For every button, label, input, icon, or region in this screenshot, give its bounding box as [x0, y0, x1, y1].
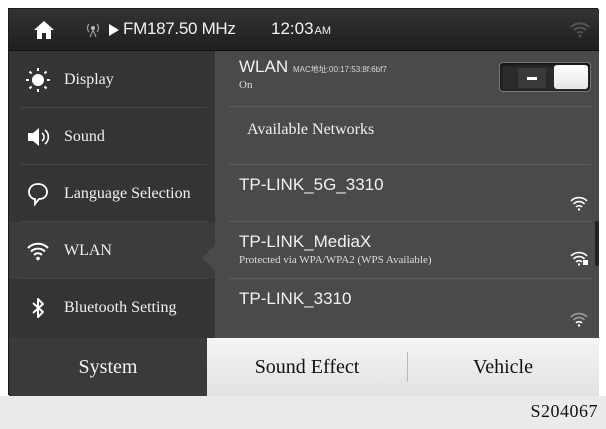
- status-wifi-icon: [570, 22, 590, 38]
- speaker-icon: [28, 127, 50, 146]
- sun-icon: [26, 67, 50, 92]
- active-item-pointer: [202, 245, 215, 271]
- clock-ampm: AM: [314, 25, 332, 37]
- tab-divider: [407, 352, 408, 382]
- available-networks-header: Available Networks: [229, 107, 591, 165]
- sidebar-item-bluetooth[interactable]: Bluetooth Setting: [9, 279, 215, 336]
- wlan-status-row: WLAN MAC地址:00:17:53:8f:6bf7 On: [229, 51, 591, 107]
- home-icon[interactable]: [33, 20, 55, 40]
- sidebar-item-label: Display: [64, 70, 114, 88]
- figure-code: S204067: [530, 401, 598, 421]
- scrollbar-thumb[interactable]: [595, 221, 599, 266]
- wifi-weak-icon: [570, 312, 588, 327]
- wlan-title: WLAN: [239, 57, 289, 76]
- sidebar-item-label: Language Selection: [64, 184, 191, 202]
- network-item[interactable]: TP-LINK_5G_3310: [229, 165, 591, 222]
- network-security: Protected via WPA/WPA2 (WPS Available): [239, 254, 432, 266]
- wlan-toggle[interactable]: [499, 62, 591, 92]
- sidebar-item-wlan[interactable]: WLAN: [9, 222, 215, 279]
- wlan-state: On: [239, 79, 253, 91]
- radio-signal-icon: [86, 23, 100, 38]
- sidebar-item-label: Bluetooth Setting: [64, 298, 177, 316]
- sidebar-item-label: Sound: [64, 127, 105, 145]
- sidebar-item-language[interactable]: Language Selection: [9, 165, 215, 222]
- network-name: TP-LINK_3310: [239, 289, 352, 308]
- wifi-locked-icon: [570, 251, 588, 266]
- sidebar-item-sound[interactable]: Sound: [9, 108, 215, 165]
- infotainment-screen: FM187.50 MHz 12:03AM Display Sound Langu…: [8, 8, 599, 396]
- toggle-on-icon: [518, 68, 546, 88]
- radio-frequency: FM187.50 MHz: [123, 19, 236, 38]
- available-networks-title: Available Networks: [247, 121, 375, 138]
- bluetooth-icon: [32, 297, 44, 318]
- sidebar-item-label: WLAN: [64, 241, 112, 259]
- play-icon: [109, 24, 119, 36]
- wifi-signal-icon: [570, 196, 588, 211]
- wlan-panel: WLAN MAC地址:00:17:53:8f:6bf7 On Available…: [215, 51, 599, 338]
- sidebar-item-display[interactable]: Display: [9, 51, 215, 108]
- tab-sound-effect[interactable]: Sound Effect: [207, 338, 407, 396]
- speech-bubble-icon: [28, 182, 48, 207]
- wlan-mac-address: MAC地址:00:17:53:8f:6bf7: [293, 65, 387, 74]
- wifi-icon: [27, 242, 49, 260]
- settings-sidebar: Display Sound Language Selection WLAN Bl…: [9, 51, 215, 338]
- tab-system[interactable]: System: [9, 338, 207, 396]
- clock: 12:03AM: [271, 19, 331, 39]
- clock-time: 12:03: [271, 19, 314, 38]
- network-name: TP-LINK_5G_3310: [239, 175, 384, 194]
- network-name: TP-LINK_MediaX: [239, 232, 372, 251]
- toggle-knob[interactable]: [554, 65, 588, 89]
- figure-footer: S204067: [0, 396, 606, 429]
- scrollbar-track[interactable]: [593, 99, 599, 338]
- tab-vehicle[interactable]: Vehicle: [407, 338, 599, 396]
- status-bar: FM187.50 MHz 12:03AM: [9, 9, 599, 51]
- network-item[interactable]: TP-LINK_3310: [229, 279, 591, 338]
- bottom-tab-bar: System Sound Effect Vehicle: [9, 338, 599, 396]
- network-item[interactable]: TP-LINK_MediaX Protected via WPA/WPA2 (W…: [229, 222, 591, 279]
